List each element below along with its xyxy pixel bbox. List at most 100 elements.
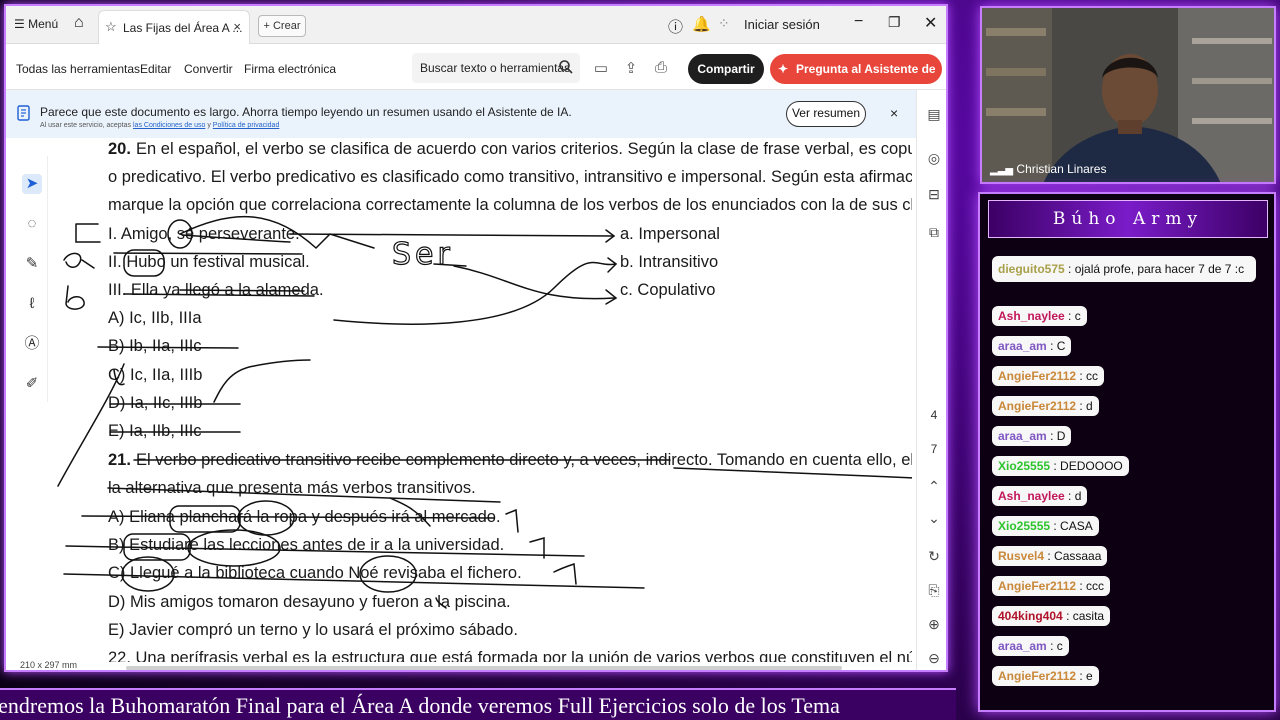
ink-margin-a bbox=[63, 252, 95, 269]
hamburger-icon: ☰ bbox=[14, 17, 25, 31]
streamer-name: ▂▃▅ Christian Linares bbox=[990, 162, 1106, 176]
bell-icon[interactable]: 🔔 bbox=[692, 15, 711, 33]
esign-link[interactable]: Firma electrónica bbox=[244, 62, 336, 76]
select-cursor-icon[interactable]: ➤ bbox=[22, 174, 42, 194]
tab-close-icon[interactable]: × bbox=[233, 19, 241, 34]
search-box[interactable]: Buscar texto o herramientas bbox=[412, 53, 580, 83]
ai-assistant-button[interactable]: ✦ Pregunta al Asistente de IA bbox=[770, 54, 942, 106]
share-button[interactable]: Compartir bbox=[688, 54, 764, 84]
bookmark-icon[interactable]: ⊟ bbox=[925, 186, 943, 204]
chat-username[interactable]: AngieFer2112 bbox=[998, 369, 1076, 383]
text-select-icon[interactable]: Ⓐ bbox=[22, 334, 42, 354]
ink-arrowhead bbox=[607, 257, 618, 273]
q20-number: 20. bbox=[108, 140, 131, 158]
q20-option-c: C) Ic, IIa, IIIb bbox=[108, 366, 203, 384]
chat-text: : cc bbox=[1079, 369, 1099, 383]
maximize-icon[interactable]: ❐ bbox=[888, 14, 901, 31]
chat-text: : e bbox=[1079, 669, 1093, 683]
chat-message: AngieFer2112 : ccc bbox=[992, 576, 1111, 596]
upload-icon[interactable]: ⇪ bbox=[622, 59, 640, 77]
news-ticker: tendremos la Buhomaratón Final para el Á… bbox=[0, 688, 956, 720]
ink-arrowhead bbox=[605, 229, 616, 243]
chat-message: 404king404 : casita bbox=[992, 606, 1111, 626]
chat-username[interactable]: araa_am bbox=[998, 639, 1047, 653]
chat-text: : c bbox=[1050, 639, 1063, 653]
pdf-viewer-window: ☰ Menú ⌂ ☆ Las Fijas del Área A ... × + … bbox=[4, 4, 948, 672]
help-icon[interactable]: ⓘ bbox=[668, 16, 683, 37]
chat-text: : casita bbox=[1066, 609, 1105, 623]
comments-panel-icon[interactable]: ◎ bbox=[925, 150, 943, 168]
q21-line1: El verbo predicativo transitivo recibe c… bbox=[136, 451, 912, 469]
home-icon[interactable]: ⌂ bbox=[74, 14, 84, 32]
draw-icon[interactable]: ℓ bbox=[22, 294, 42, 314]
ink-tally-3 bbox=[553, 562, 577, 585]
chat-username[interactable]: Xio25555 bbox=[998, 519, 1050, 533]
q20-item-iii: III. Ella ya llegó a la alameda. bbox=[108, 281, 324, 299]
signin-link[interactable]: Iniciar sesión bbox=[744, 17, 820, 32]
chat-message: araa_am : D bbox=[992, 426, 1072, 446]
horizontal-scrollbar[interactable] bbox=[126, 666, 842, 670]
menu-button[interactable]: ☰ Menú bbox=[14, 17, 58, 31]
streamer-name-text: Christian Linares bbox=[1016, 162, 1107, 176]
refresh-icon[interactable]: ↻ bbox=[925, 548, 943, 566]
ai-summary-banner: Parece que este documento es largo. Ahor… bbox=[6, 90, 916, 138]
all-tools-link[interactable]: Todas las herramientas bbox=[16, 62, 140, 76]
chat-message: Rusvel4 : Cassaaa bbox=[992, 546, 1108, 566]
chat-text: : C bbox=[1050, 339, 1066, 353]
ink-margin-c bbox=[75, 223, 101, 243]
chat-username[interactable]: dieguito575 bbox=[998, 262, 1065, 276]
chat-username[interactable]: Rusvel4 bbox=[998, 549, 1044, 563]
total-pages: 7 bbox=[930, 442, 938, 456]
chat-username[interactable]: Xio25555 bbox=[998, 459, 1050, 473]
view-summary-button[interactable]: Ver resumen bbox=[786, 101, 866, 127]
comment-icon[interactable]: ◌ bbox=[22, 214, 42, 234]
ink-tally-1 bbox=[505, 508, 519, 533]
chat-message: Ash_naylee : d bbox=[992, 486, 1088, 506]
banner-close-icon[interactable]: × bbox=[890, 105, 898, 121]
q21-option-d: D) Mis amigos tomaron desayuno y fueron … bbox=[108, 593, 511, 611]
ink-tally-2 bbox=[529, 537, 545, 559]
edit-link[interactable]: Editar bbox=[140, 62, 171, 76]
chat-message: araa_am : C bbox=[992, 336, 1072, 356]
pages-icon[interactable]: ⧉ bbox=[925, 224, 943, 242]
chat-text: : Cassaaa bbox=[1047, 549, 1102, 563]
file-export-icon[interactable]: ⎘ bbox=[925, 582, 943, 600]
current-page[interactable]: 4 bbox=[925, 408, 943, 422]
pen-icon[interactable]: ✎ bbox=[22, 254, 42, 274]
q21-line2: la alternativa que presenta más verbos t… bbox=[108, 479, 476, 497]
page-down-icon[interactable]: ⌄ bbox=[925, 510, 943, 528]
highlight-icon[interactable]: ✐ bbox=[22, 374, 42, 394]
terms-link[interactable]: las Condiciones de uso bbox=[133, 122, 205, 129]
convert-link[interactable]: Convertir bbox=[184, 62, 233, 76]
legal-prefix: Al usar este servicio, aceptas bbox=[40, 122, 132, 129]
zoom-in-icon[interactable]: ⊕ bbox=[925, 616, 943, 634]
chat-username[interactable]: Ash_naylee bbox=[998, 309, 1065, 323]
titlebar: ☰ Menú ⌂ ☆ Las Fijas del Área A ... × + … bbox=[6, 6, 946, 44]
chat-username[interactable]: AngieFer2112 bbox=[998, 669, 1076, 683]
q21-option-b: B) Estudiaré las lecciones antes de ir a… bbox=[108, 536, 505, 554]
document-tab[interactable]: ☆ Las Fijas del Área A ... × bbox=[98, 10, 250, 44]
window-close-icon[interactable]: ✕ bbox=[924, 13, 937, 33]
print-icon[interactable]: ⎙ bbox=[652, 59, 670, 77]
chat-message: Ash_naylee : c bbox=[992, 306, 1087, 326]
minimize-icon[interactable]: − bbox=[854, 13, 863, 31]
q20-item-ii: II. Hubo un festival musical. bbox=[108, 253, 310, 271]
ticker-text: tendremos la Buhomaratón Final para el Á… bbox=[0, 693, 840, 718]
page-up-icon[interactable]: ⌃ bbox=[925, 478, 943, 496]
create-button[interactable]: + Crear bbox=[258, 15, 306, 37]
chat-username[interactable]: araa_am bbox=[998, 339, 1047, 353]
chat-text: : DEDOOOO bbox=[1053, 459, 1123, 473]
chat-username[interactable]: 404king404 bbox=[998, 609, 1063, 623]
privacy-link[interactable]: Política de privacidad bbox=[213, 122, 280, 129]
apps-grid-icon[interactable]: ⁘ bbox=[718, 15, 730, 32]
star-icon[interactable]: ☆ bbox=[105, 19, 117, 35]
chat-username[interactable]: AngieFer2112 bbox=[998, 579, 1076, 593]
chat-username[interactable]: AngieFer2112 bbox=[998, 399, 1076, 413]
chat-username[interactable]: Ash_naylee bbox=[998, 489, 1065, 503]
zoom-out-icon[interactable]: ⊖ bbox=[925, 650, 943, 668]
ai-panel-icon[interactable]: ▤ bbox=[925, 106, 943, 124]
save-icon[interactable]: ▭ bbox=[592, 59, 610, 77]
chat-text: : c bbox=[1068, 309, 1081, 323]
chat-username[interactable]: araa_am bbox=[998, 429, 1047, 443]
menu-label: Menú bbox=[28, 17, 59, 31]
